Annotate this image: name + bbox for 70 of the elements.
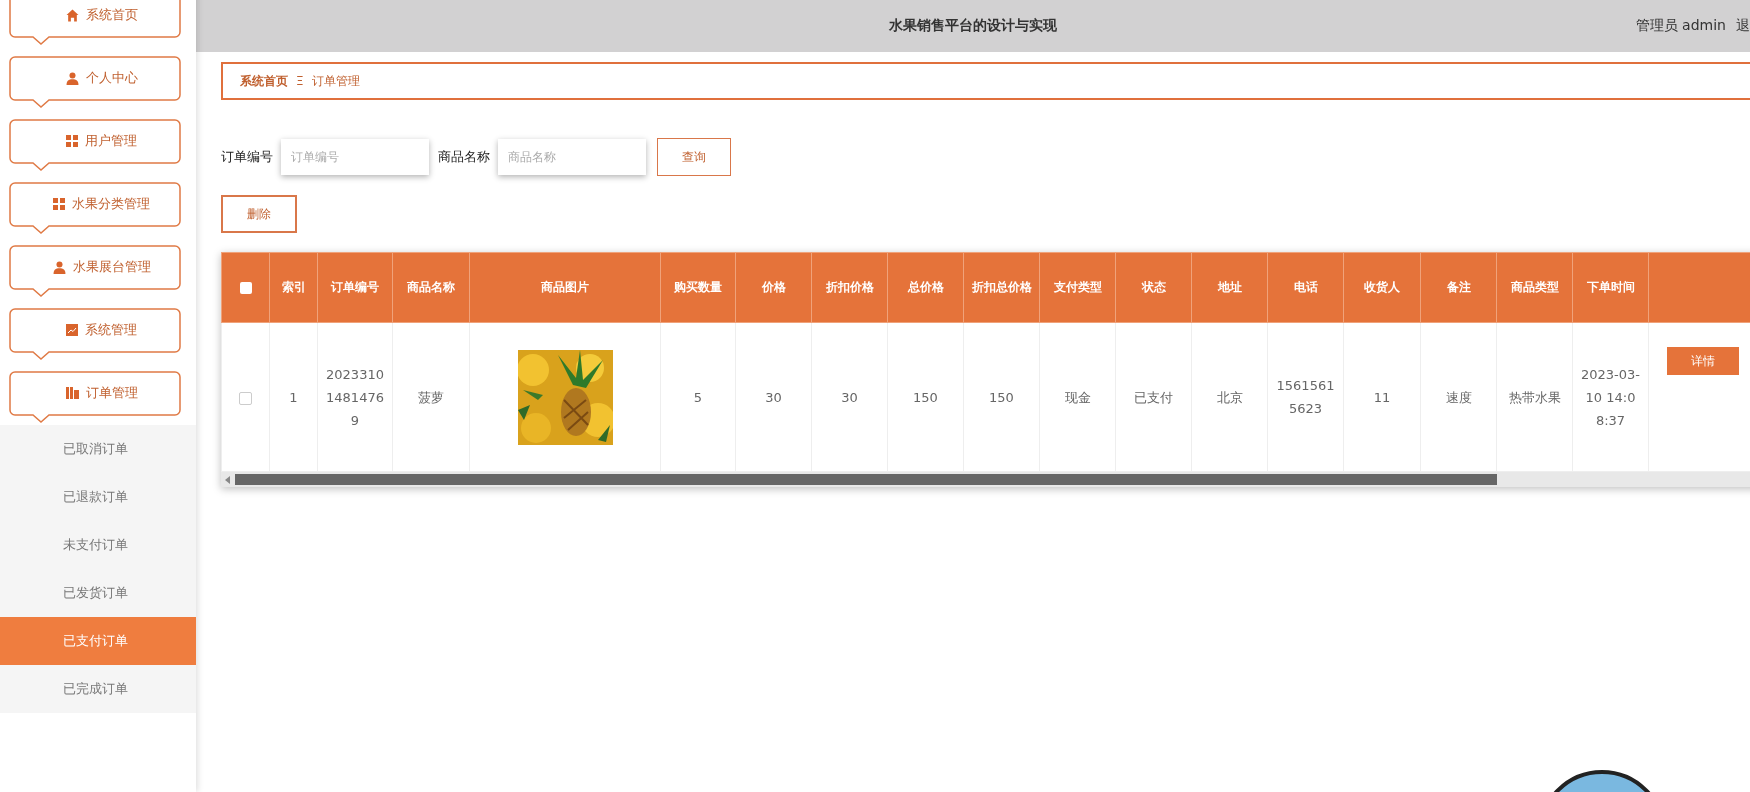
field-label: 商品名称 bbox=[438, 148, 490, 166]
column-header: 商品图片 bbox=[469, 252, 661, 323]
book-icon bbox=[65, 387, 79, 399]
table-cell: 5 bbox=[660, 322, 736, 472]
table-cell: 202331014814769 bbox=[317, 322, 393, 472]
table-cell: 30 bbox=[811, 322, 888, 472]
field-label: 订单编号 bbox=[221, 148, 273, 166]
menu-item[interactable]: 系统管理 bbox=[9, 308, 182, 362]
select-all-checkbox[interactable] bbox=[239, 282, 252, 294]
search-field[interactable]: 商品名称 bbox=[498, 139, 646, 175]
app-title: 水果销售平台的设计与实现 bbox=[889, 17, 1057, 35]
table-cell: 150 bbox=[963, 322, 1040, 472]
grid-icon bbox=[66, 135, 78, 147]
search-button[interactable]: 查询 bbox=[657, 138, 731, 176]
submenu-item[interactable]: 已完成订单 bbox=[0, 665, 196, 713]
logout-link[interactable]: 退 bbox=[1726, 17, 1750, 35]
submenu-item[interactable]: 已退款订单 bbox=[0, 473, 196, 521]
column-header: 收货人 bbox=[1343, 252, 1421, 323]
horizontal-scrollbar[interactable] bbox=[221, 472, 1750, 487]
column-header: 状态 bbox=[1115, 252, 1192, 323]
column-header: 购买数量 bbox=[660, 252, 736, 323]
menu-item[interactable]: 水果分类管理 bbox=[9, 182, 182, 236]
row-checkbox[interactable] bbox=[239, 391, 252, 405]
menu-item[interactable]: 个人中心 bbox=[9, 56, 182, 110]
submenu-item[interactable]: 已发货订单 bbox=[0, 569, 196, 617]
submenu-item[interactable]: 未支付订单 bbox=[0, 521, 196, 569]
table-cell: 热带水果 bbox=[1496, 322, 1573, 472]
scroll-left-icon[interactable] bbox=[225, 475, 231, 484]
table-cell: 15615615623 bbox=[1267, 322, 1344, 472]
table-cell: 菠萝 bbox=[392, 322, 470, 472]
breadcrumb-current: 订单管理 bbox=[311, 72, 360, 90]
menu-item[interactable]: 订单管理 bbox=[9, 371, 182, 425]
menu-item[interactable]: 水果展台管理 bbox=[9, 245, 182, 299]
column-header: 价格 bbox=[735, 252, 812, 323]
table-cell: 2023-03-10 14:08:37 bbox=[1572, 322, 1649, 472]
table-cell: 速度 bbox=[1420, 322, 1497, 472]
column-header: 订单编号 bbox=[317, 252, 393, 323]
details-button[interactable]: 详情 bbox=[1667, 347, 1739, 375]
submenu-item[interactable]: 已取消订单 bbox=[0, 425, 196, 473]
chart-icon bbox=[66, 324, 78, 336]
column-header: 索引 bbox=[269, 252, 318, 323]
breadcrumb-link[interactable]: 系统首页 bbox=[240, 72, 288, 90]
column-header: 总价格 bbox=[887, 252, 964, 323]
column-header: 电话 bbox=[1267, 252, 1344, 323]
user-label: 管理员 admin bbox=[1635, 17, 1726, 35]
table-cell: 1 bbox=[269, 322, 318, 472]
table-cell: 现金 bbox=[1039, 322, 1116, 472]
breadcrumb-separator: Ξ bbox=[296, 74, 304, 88]
delete-button[interactable]: 删除 bbox=[221, 195, 297, 233]
menu-item[interactable]: 用户管理 bbox=[9, 119, 182, 173]
column-header: 商品类型 bbox=[1496, 252, 1573, 323]
menu-item[interactable]: 系统首页 bbox=[9, 0, 182, 47]
table-cell: 150 bbox=[887, 322, 964, 472]
table-cell: 11 bbox=[1343, 322, 1421, 472]
column-header: 地址 bbox=[1191, 252, 1268, 323]
column-header: 商品名称 bbox=[392, 252, 470, 323]
person-icon bbox=[65, 71, 79, 85]
table-cell: 30 bbox=[735, 322, 812, 472]
table-cell: 北京 bbox=[1191, 322, 1268, 472]
column-header: 折扣价格 bbox=[811, 252, 888, 323]
column-header: 备注 bbox=[1420, 252, 1497, 323]
column-header: 折扣总价格 bbox=[963, 252, 1040, 323]
home-icon bbox=[65, 8, 79, 22]
person-icon bbox=[52, 260, 66, 274]
grid-icon bbox=[53, 198, 65, 210]
submenu-item[interactable]: 已支付订单 bbox=[0, 617, 196, 665]
column-header: 下单时间 bbox=[1572, 252, 1649, 323]
search-field[interactable]: 订单编号 bbox=[281, 139, 429, 175]
column-header: 支付类型 bbox=[1039, 252, 1116, 323]
table-cell: 已支付 bbox=[1115, 322, 1192, 472]
